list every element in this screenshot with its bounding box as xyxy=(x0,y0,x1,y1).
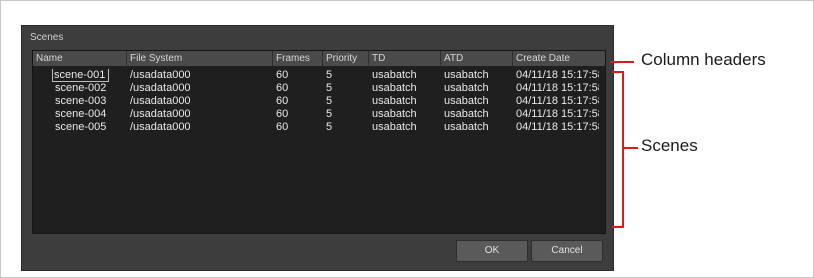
cell-file-system: /usadata000 xyxy=(130,69,191,81)
table-body: scene-001 /usadata000 60 5 usabatch usab… xyxy=(33,69,605,134)
cell-frames: 60 xyxy=(276,95,289,107)
table-row[interactable]: scene-003 /usadata000 60 5 usabatch usab… xyxy=(33,95,605,108)
cell-frames: 60 xyxy=(276,121,289,133)
cell-priority: 5 xyxy=(326,121,333,133)
cell-td: usabatch xyxy=(372,82,417,94)
cell-name-text: scene-005 xyxy=(55,121,107,133)
cell-name: scene-004 xyxy=(33,108,127,121)
cell-td: usabatch xyxy=(372,95,417,107)
cell-priority: 5 xyxy=(326,82,333,94)
scenes-bracket xyxy=(612,71,624,228)
cell-td: usabatch xyxy=(372,121,417,133)
cell-name: scene-001 xyxy=(33,69,127,82)
scenes-table: Name File System Frames Priority TD ATD … xyxy=(32,50,606,234)
cell-name-text: scene-004 xyxy=(55,108,107,120)
table-row[interactable]: scene-001 /usadata000 60 5 usabatch usab… xyxy=(33,69,605,82)
cell-priority: 5 xyxy=(326,95,333,107)
table-header: Name File System Frames Priority TD ATD … xyxy=(33,51,605,66)
cell-frames: 60 xyxy=(276,108,289,120)
scenes-callout-line xyxy=(624,147,638,149)
cell-file-system: /usadata000 xyxy=(130,108,191,120)
column-header-atd[interactable]: ATD xyxy=(441,51,513,66)
column-header-file-system[interactable]: File System xyxy=(127,51,273,66)
dialog-title: Scenes xyxy=(30,32,64,43)
cell-atd: usabatch xyxy=(444,69,489,81)
column-header-frames[interactable]: Frames xyxy=(273,51,323,66)
column-header-create-date[interactable]: Create Date xyxy=(513,51,605,66)
cell-name: scene-003 xyxy=(33,95,127,108)
cell-atd: usabatch xyxy=(444,95,489,107)
cell-priority: 5 xyxy=(326,69,333,81)
scenes-dialog: Scenes Name File System Frames Priority … xyxy=(21,25,614,271)
cell-name: scene-002 xyxy=(33,82,127,95)
cell-priority: 5 xyxy=(326,108,333,120)
cell-frames: 60 xyxy=(276,82,289,94)
column-headers-callout-line xyxy=(610,61,634,63)
cell-create-date: 04/11/18 15:17:58 xyxy=(516,121,604,133)
cell-name-text: scene-003 xyxy=(55,95,107,107)
cell-name-text: scene-002 xyxy=(55,82,107,94)
ok-button[interactable]: OK xyxy=(456,240,528,262)
cell-atd: usabatch xyxy=(444,108,489,120)
cell-file-system: /usadata000 xyxy=(130,95,191,107)
cell-file-system: /usadata000 xyxy=(130,82,191,94)
cell-create-date: 04/11/18 15:17:58 xyxy=(516,69,604,81)
cell-file-system: /usadata000 xyxy=(130,121,191,133)
cell-create-date: 04/11/18 15:17:58 xyxy=(516,82,604,94)
cancel-button[interactable]: Cancel xyxy=(531,240,603,262)
cell-td: usabatch xyxy=(372,108,417,120)
table-row[interactable]: scene-005 /usadata000 60 5 usabatch usab… xyxy=(33,121,605,134)
column-header-td[interactable]: TD xyxy=(369,51,441,66)
cell-frames: 60 xyxy=(276,69,289,81)
cell-td: usabatch xyxy=(372,69,417,81)
cell-atd: usabatch xyxy=(444,121,489,133)
column-header-priority[interactable]: Priority xyxy=(323,51,369,66)
cell-name-text: scene-001 xyxy=(51,69,110,82)
column-header-name[interactable]: Name xyxy=(33,51,127,66)
scenes-callout-label: Scenes xyxy=(641,136,698,155)
table-row[interactable]: scene-002 /usadata000 60 5 usabatch usab… xyxy=(33,82,605,95)
table-row[interactable]: scene-004 /usadata000 60 5 usabatch usab… xyxy=(33,108,605,121)
cell-create-date: 04/11/18 15:17:58 xyxy=(516,95,604,107)
cell-create-date: 04/11/18 15:17:58 xyxy=(516,108,604,120)
column-headers-callout-label: Column headers xyxy=(641,50,766,69)
cell-name: scene-005 xyxy=(33,121,127,134)
cell-atd: usabatch xyxy=(444,82,489,94)
table-scroll-area xyxy=(599,66,605,233)
